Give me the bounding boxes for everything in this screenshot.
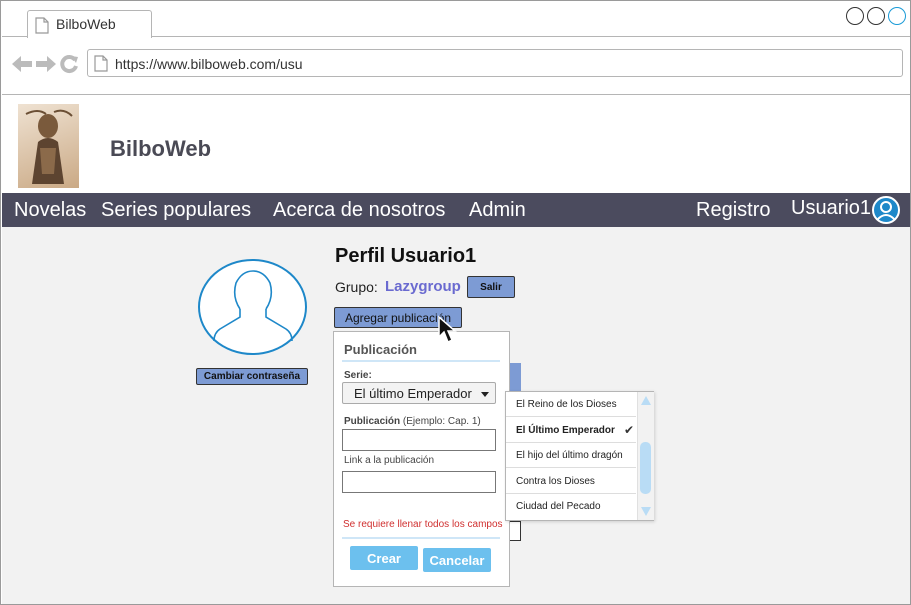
tab-title: BilboWeb (56, 16, 116, 32)
dropdown-scrollbar[interactable] (637, 392, 654, 520)
site-logo[interactable] (18, 104, 79, 188)
mouse-pointer-icon (438, 315, 457, 344)
profile-title: Perfil Usuario1 (335, 245, 477, 267)
create-button[interactable]: Crear (350, 546, 418, 570)
back-arrow-icon[interactable] (11, 54, 33, 74)
background-field-edge (509, 521, 521, 541)
dropdown-option[interactable]: Ciudad del Pecado (506, 494, 636, 519)
browser-toolbar: https://www.bilboweb.com/usu (2, 38, 910, 95)
browser-window: BilboWeb https://www.bilboweb.com/usu Bi… (0, 0, 911, 605)
forward-arrow-icon[interactable] (35, 54, 57, 74)
tab-strip: BilboWeb (2, 2, 910, 38)
serie-select-value: El último Emperador (354, 386, 472, 401)
nav-series-populares[interactable]: Series populares (101, 199, 251, 222)
main-navbar: Novelas Series populares Acerca de nosot… (2, 193, 910, 227)
popup-title: Publicación (344, 342, 417, 357)
page-icon (94, 55, 108, 72)
close-button[interactable] (888, 7, 906, 25)
popup-divider-bottom (342, 537, 500, 539)
nav-controls (11, 54, 79, 74)
group-name[interactable]: Lazygroup (385, 278, 461, 295)
nav-admin[interactable]: Admin (469, 199, 526, 222)
nav-novelas[interactable]: Novelas (14, 199, 86, 222)
site-title: BilboWeb (110, 136, 212, 161)
document-icon (35, 17, 49, 34)
publication-popup: Publicación Serie: El último Emperador P… (333, 331, 510, 587)
serie-dropdown-list: El Reino de los Dioses El Último Emperad… (505, 391, 654, 521)
chevron-down-icon (481, 392, 489, 397)
change-password-button[interactable]: Cambiar contraseña (196, 368, 308, 385)
refresh-icon[interactable] (59, 54, 79, 74)
popup-divider (342, 360, 500, 362)
scroll-up-arrow-icon[interactable] (641, 396, 651, 405)
url-text: https://www.bilboweb.com/usu (115, 56, 303, 72)
scroll-down-arrow-icon[interactable] (641, 507, 651, 516)
nav-registro[interactable]: Registro (696, 199, 770, 222)
error-message: Se requiere llenar todos los campos (343, 519, 503, 530)
browser-tab[interactable]: BilboWeb (27, 10, 152, 38)
nav-acerca[interactable]: Acerca de nosotros (273, 199, 445, 222)
minimize-button[interactable] (846, 7, 864, 25)
user-avatar-icon[interactable] (872, 196, 900, 224)
cancel-button[interactable]: Cancelar (423, 548, 491, 572)
serie-label: Serie: (344, 370, 372, 381)
maximize-button[interactable] (867, 7, 885, 25)
dropdown-option[interactable]: El hijo del último dragón (506, 443, 636, 468)
nav-usuario[interactable]: Usuario1 (791, 197, 871, 220)
publicacion-label: Publicación (Ejemplo: Cap. 1) (344, 416, 481, 427)
group-label: Grupo: (335, 279, 378, 295)
profile-avatar (198, 259, 307, 355)
dropdown-option[interactable]: El Reino de los Dioses (506, 392, 636, 417)
window-controls (846, 7, 906, 25)
serie-select[interactable]: El último Emperador (342, 382, 496, 404)
publicacion-input[interactable] (342, 429, 496, 451)
site-header: BilboWeb (2, 96, 910, 193)
checkmark-icon: ✔ (623, 423, 634, 437)
address-bar[interactable]: https://www.bilboweb.com/usu (87, 49, 903, 77)
background-button-edge (509, 363, 521, 391)
dropdown-option-selected[interactable]: El Último Emperador ✔ (506, 418, 636, 443)
dropdown-option[interactable]: Contra los Dioses (506, 469, 636, 494)
link-label: Link a la publicación (344, 455, 435, 466)
user-silhouette-icon (213, 270, 293, 342)
exit-group-button[interactable]: Salir (467, 276, 515, 298)
link-input[interactable] (342, 471, 496, 493)
scroll-thumb[interactable] (640, 442, 651, 494)
